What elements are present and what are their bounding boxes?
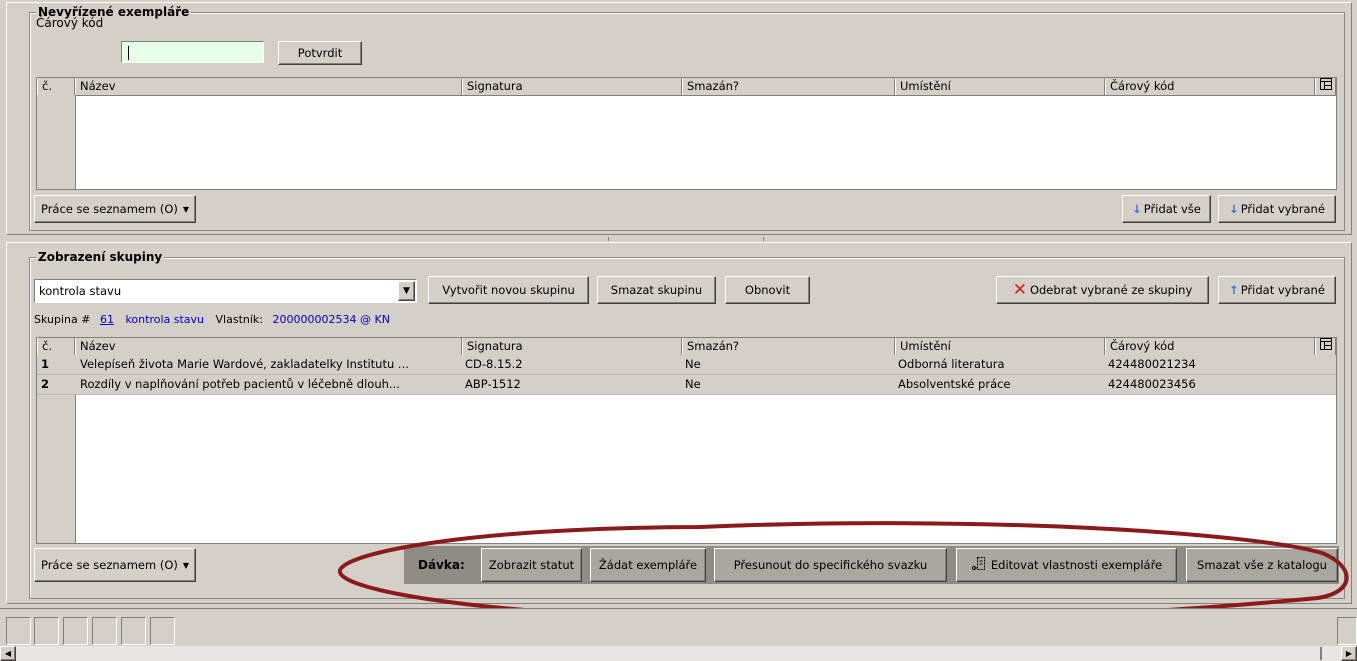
pending-items-table[interactable]: č. Název Signatura Smazán? Umístění Čáro… bbox=[36, 77, 1337, 190]
request-items-button[interactable]: Žádat exempláře bbox=[590, 548, 706, 582]
column-header-barcode[interactable]: Čárový kód bbox=[1105, 338, 1315, 355]
row-title: Velepíseň života Marie Wardové, zakladat… bbox=[80, 357, 409, 371]
column-header-signature[interactable]: Signatura bbox=[462, 78, 682, 95]
row-signature: ABP-1512 bbox=[465, 377, 521, 391]
column-chooser-icon[interactable] bbox=[1315, 78, 1336, 95]
scroll-left-button[interactable]: ◀ bbox=[0, 646, 16, 661]
table-header: č. Název Signatura Smazán? Umístění Čáro… bbox=[37, 338, 1336, 356]
row-barcode: 424480021234 bbox=[1108, 357, 1196, 371]
create-group-button[interactable]: Vytvořit novou skupinu bbox=[428, 276, 589, 304]
status-pane bbox=[150, 617, 175, 645]
row-number-column bbox=[37, 95, 76, 189]
column-header-title[interactable]: Název bbox=[75, 338, 462, 355]
status-pane bbox=[1337, 617, 1357, 645]
chevron-down-icon: ▼ bbox=[403, 286, 410, 296]
group-number-label: Skupina # bbox=[34, 313, 91, 326]
table-header: č. Název Signatura Smazán? Umístění Čáro… bbox=[37, 78, 1336, 96]
delete-all-from-catalog-button[interactable]: Smazat vše z katalogu bbox=[1186, 548, 1338, 582]
group-title: Zobrazení skupiny bbox=[36, 250, 165, 264]
arrow-down-icon: ↓ bbox=[1132, 202, 1142, 216]
row-number: 2 bbox=[41, 377, 50, 391]
edit-properties-icon bbox=[971, 555, 989, 576]
arrow-up-icon: ↑ bbox=[1229, 283, 1239, 297]
column-header-title[interactable]: Název bbox=[75, 78, 462, 95]
scroll-right-icon: ▶ bbox=[1345, 649, 1353, 658]
barcode-input[interactable] bbox=[121, 41, 264, 63]
dropdown-arrow-icon: ▼ bbox=[182, 560, 190, 570]
group-list-menu-button[interactable]: Práce se seznamem (O) ▼ bbox=[34, 548, 196, 582]
horizontal-scrollbar[interactable]: ◀ ▶ bbox=[0, 646, 1357, 661]
batch-label: Dávka: bbox=[418, 558, 465, 572]
remove-icon: ✕ bbox=[1012, 280, 1027, 300]
remove-selected-button[interactable]: ✕ Odebrat vybrané ze skupiny bbox=[996, 276, 1209, 304]
scroll-thumb[interactable] bbox=[1320, 647, 1322, 660]
add-all-button[interactable]: ↓ Přidat vše bbox=[1122, 195, 1211, 223]
row-location: Absolventské práce bbox=[898, 377, 1011, 391]
confirm-button[interactable]: Potvrdit bbox=[278, 41, 362, 65]
group-id-link[interactable]: 61 bbox=[100, 313, 114, 326]
status-pane bbox=[63, 617, 88, 645]
status-pane bbox=[6, 617, 31, 645]
edit-properties-button[interactable]: Editovat vlastnosti exempláře bbox=[956, 548, 1177, 582]
status-pane bbox=[92, 617, 117, 645]
table-row[interactable]: 1 Velepíseň života Marie Wardové, zaklad… bbox=[37, 355, 1336, 375]
scroll-left-icon: ◀ bbox=[4, 649, 12, 658]
column-header-deleted[interactable]: Smazán? bbox=[682, 338, 895, 355]
group-info-line: Skupina # 61 kontrola stavu Vlastník: 20… bbox=[34, 313, 390, 326]
row-number: 1 bbox=[41, 357, 50, 371]
barcode-label: Čárový kód bbox=[36, 16, 104, 30]
scroll-right-button[interactable]: ▶ bbox=[1341, 646, 1357, 661]
owner-label: Vlastník: bbox=[215, 313, 264, 326]
column-header-barcode[interactable]: Čárový kód bbox=[1105, 78, 1315, 95]
pending-list-menu-button[interactable]: Práce se seznamem (O) ▼ bbox=[34, 195, 196, 223]
row-location: Odborná literatura bbox=[898, 357, 1005, 371]
group-select[interactable]: kontrola stavu ▼ bbox=[34, 279, 417, 303]
column-header-location[interactable]: Umístění bbox=[895, 338, 1105, 355]
status-pane bbox=[34, 617, 59, 645]
text-cursor bbox=[128, 45, 129, 60]
move-to-volume-button[interactable]: Přesunout do specifického svazku bbox=[714, 548, 947, 582]
column-chooser-icon[interactable] bbox=[1315, 338, 1336, 355]
show-status-button[interactable]: Zobrazit statut bbox=[481, 548, 582, 582]
column-header-deleted[interactable]: Smazán? bbox=[682, 78, 895, 95]
owner-value: 200000002534 @ KN bbox=[272, 313, 390, 326]
group-name-text: kontrola stavu bbox=[125, 313, 205, 326]
dropdown-arrow-icon: ▼ bbox=[182, 204, 190, 214]
group-select-value: kontrola stavu bbox=[39, 284, 122, 298]
column-header-number[interactable]: č. bbox=[37, 338, 75, 355]
row-barcode: 424480023456 bbox=[1108, 377, 1196, 391]
add-selected-button-group[interactable]: ↑ Přidat vybrané bbox=[1218, 276, 1336, 304]
row-title: Rozdíly v naplňování potřeb pacientů v l… bbox=[80, 377, 400, 391]
add-selected-button-top[interactable]: ↓ Přidat vybrané bbox=[1218, 195, 1336, 223]
arrow-down-icon: ↓ bbox=[1229, 202, 1239, 216]
status-pane bbox=[121, 617, 146, 645]
table-row[interactable]: 2 Rozdíly v naplňování potřeb pacientů v… bbox=[37, 375, 1336, 395]
group-items-table[interactable]: č. Název Signatura Smazán? Umístění Čáro… bbox=[36, 337, 1337, 544]
column-header-signature[interactable]: Signatura bbox=[462, 338, 682, 355]
select-dropdown-button[interactable]: ▼ bbox=[398, 281, 415, 301]
row-deleted: Ne bbox=[685, 377, 701, 391]
row-signature: CD-8.15.2 bbox=[465, 357, 523, 371]
refresh-button[interactable]: Obnovit bbox=[725, 276, 810, 304]
column-header-number[interactable]: č. bbox=[37, 78, 75, 95]
row-deleted: Ne bbox=[685, 357, 701, 371]
delete-group-button[interactable]: Smazat skupinu bbox=[597, 276, 716, 304]
column-header-location[interactable]: Umístění bbox=[895, 78, 1105, 95]
